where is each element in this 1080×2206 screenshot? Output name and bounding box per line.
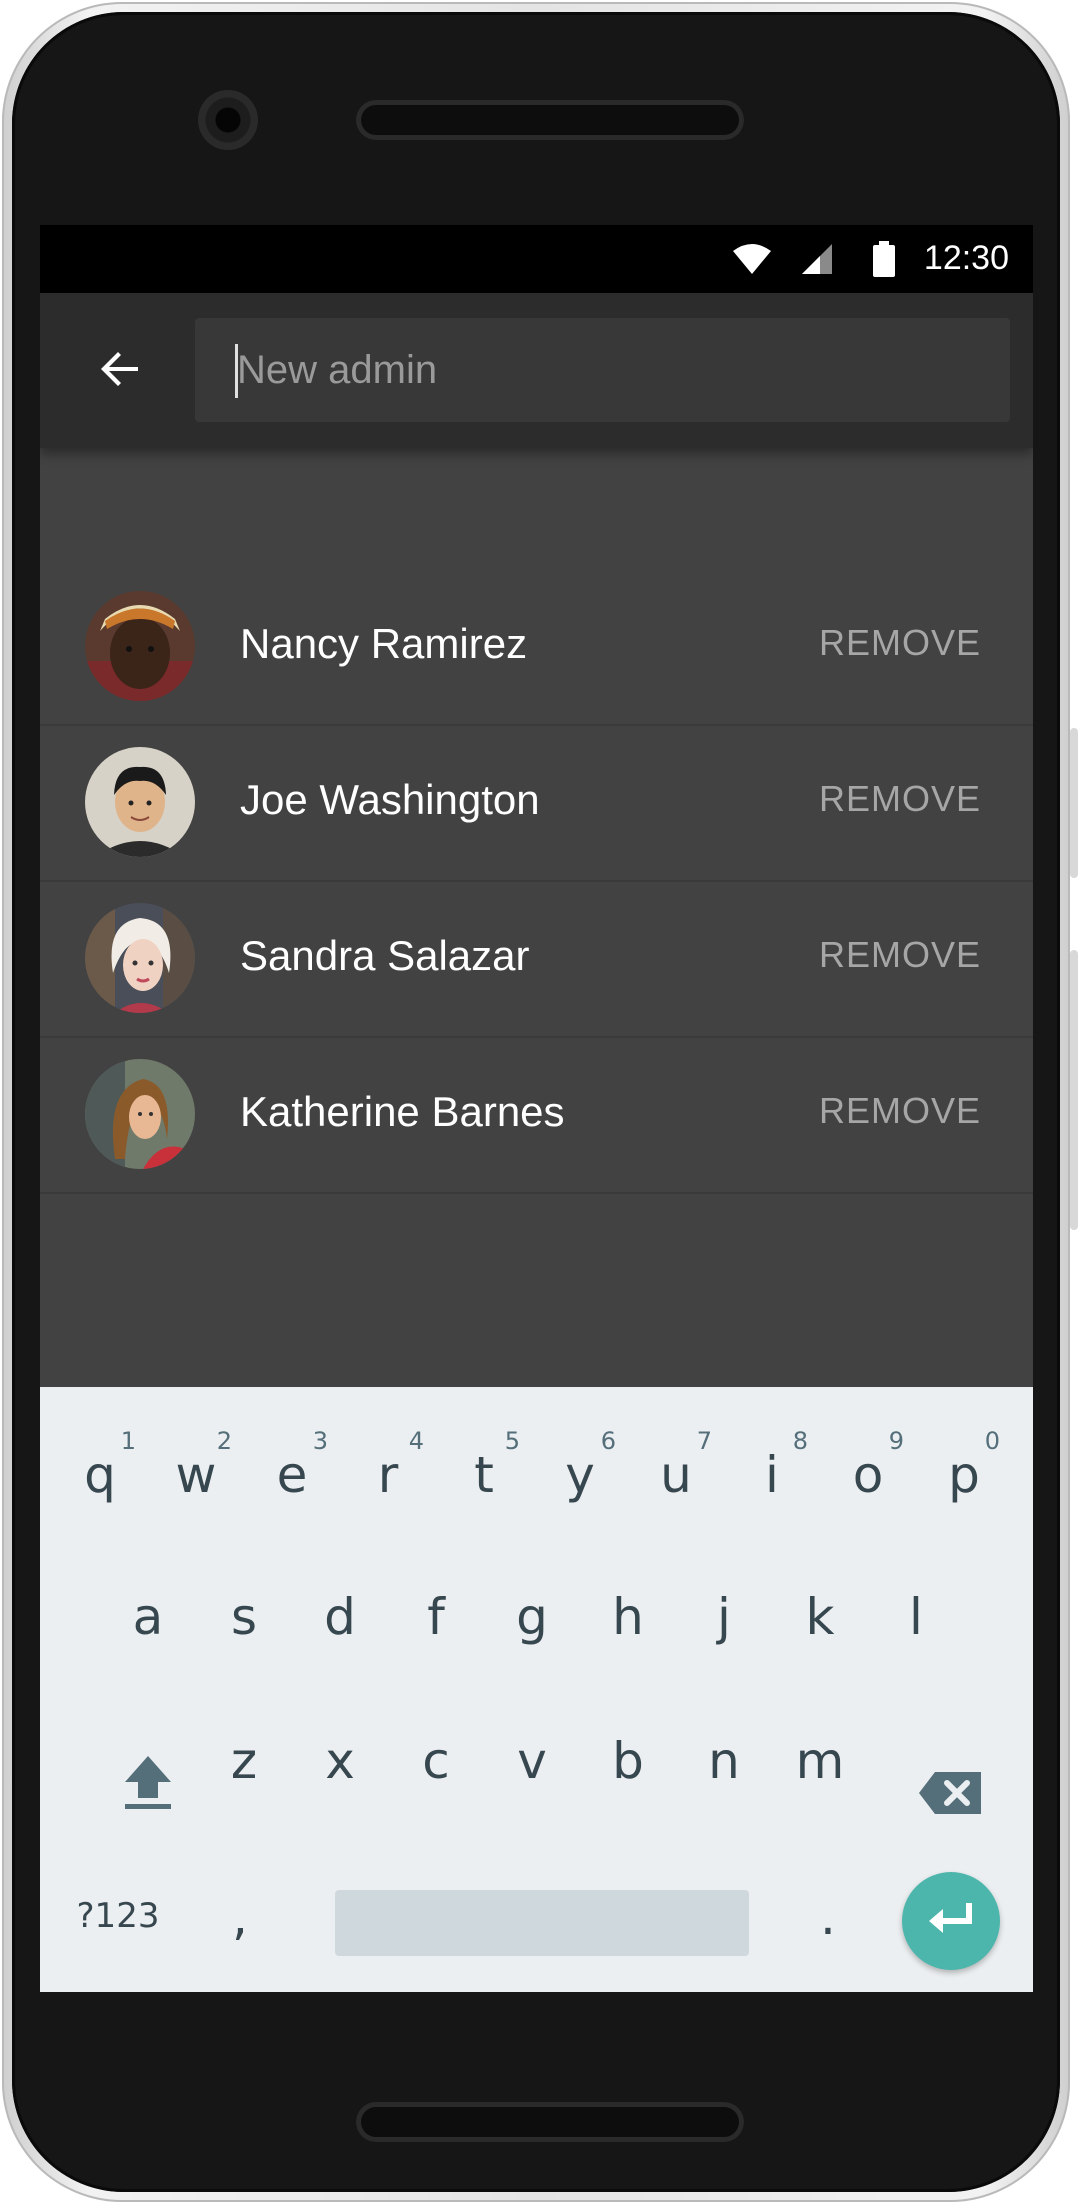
remove-button[interactable]: REMOVE — [819, 1090, 981, 1132]
key-hint: 7 — [696, 1427, 712, 1455]
arrow-back-icon — [96, 345, 144, 398]
key-c[interactable]: c — [388, 1701, 484, 1821]
key-r[interactable]: r4 — [340, 1415, 436, 1535]
shift-icon — [123, 1733, 173, 1853]
front-camera — [198, 90, 258, 150]
key-j[interactable]: j — [676, 1557, 772, 1677]
key-i[interactable]: i8 — [724, 1415, 820, 1535]
key-u[interactable]: u7 — [628, 1415, 724, 1535]
key-n[interactable]: n — [676, 1701, 772, 1821]
admin-name: Nancy Ramirez — [240, 620, 528, 667]
key-s[interactable]: s — [196, 1557, 292, 1677]
screen: 12:30 New admin Nancy Ramirez REMOVE Joe… — [40, 225, 1033, 1992]
status-time: 12:30 — [923, 239, 1009, 277]
backspace-key[interactable] — [890, 1701, 1010, 1821]
admin-name: Joe Washington — [240, 776, 540, 823]
shift-key[interactable] — [88, 1701, 208, 1821]
backspace-icon — [917, 1739, 983, 1859]
key-hint: 3 — [312, 1427, 328, 1455]
new-admin-input[interactable] — [195, 318, 1010, 422]
power-button — [1070, 728, 1078, 878]
key-hint: 2 — [216, 1427, 232, 1455]
key-w[interactable]: w2 — [148, 1415, 244, 1535]
comma-key[interactable]: , — [190, 1857, 290, 1977]
bottom-speaker — [356, 2102, 744, 2142]
admin-list: Nancy Ramirez REMOVE Joe Washington REMO… — [40, 570, 1033, 1194]
keyboard: q1 w2 e3 r4 t5 y6 u7 i8 o9 p0 a s d f g … — [40, 1387, 1033, 1992]
avatar — [85, 591, 195, 701]
symbols-key[interactable]: ?123 — [48, 1861, 188, 1971]
app-bar — [40, 293, 1033, 448]
key-hint: 0 — [984, 1427, 1000, 1455]
key-f[interactable]: f — [388, 1557, 484, 1677]
key-hint: 4 — [408, 1427, 424, 1455]
search-field[interactable] — [195, 318, 1010, 422]
enter-key[interactable] — [902, 1872, 1000, 1970]
key-l[interactable]: l — [868, 1557, 964, 1677]
enter-icon — [925, 1899, 977, 1944]
key-a[interactable]: a — [100, 1557, 196, 1677]
list-item: Joe Washington REMOVE — [40, 726, 1033, 882]
admin-name: Katherine Barnes — [240, 1088, 565, 1135]
key-d[interactable]: d — [292, 1557, 388, 1677]
key-g[interactable]: g — [484, 1557, 580, 1677]
volume-button — [1070, 950, 1078, 1230]
key-q[interactable]: q1 — [52, 1415, 148, 1535]
key-hint: 5 — [504, 1427, 520, 1455]
key-p[interactable]: p0 — [916, 1415, 1012, 1535]
key-k[interactable]: k — [772, 1557, 868, 1677]
remove-button[interactable]: REMOVE — [819, 934, 981, 976]
key-h[interactable]: h — [580, 1557, 676, 1677]
key-t[interactable]: t5 — [436, 1415, 532, 1535]
admin-name: Sandra Salazar — [240, 932, 530, 979]
list-item: Katherine Barnes REMOVE — [40, 1038, 1033, 1194]
key-hint: 9 — [888, 1427, 904, 1455]
key-v[interactable]: v — [484, 1701, 580, 1821]
avatar — [85, 747, 195, 857]
cell-signal-icon — [800, 243, 834, 280]
remove-button[interactable]: REMOVE — [819, 622, 981, 664]
key-m[interactable]: m — [772, 1701, 868, 1821]
key-e[interactable]: e3 — [244, 1415, 340, 1535]
text-cursor — [235, 344, 238, 398]
wifi-icon — [732, 243, 772, 280]
battery-icon — [872, 241, 896, 282]
key-hint: 8 — [792, 1427, 808, 1455]
key-o[interactable]: o9 — [820, 1415, 916, 1535]
key-b[interactable]: b — [580, 1701, 676, 1821]
period-key[interactable]: . — [778, 1857, 878, 1977]
key-hint: 6 — [600, 1427, 616, 1455]
list-item: Sandra Salazar REMOVE — [40, 882, 1033, 1038]
space-key[interactable] — [335, 1890, 749, 1956]
avatar — [85, 903, 195, 1013]
key-z[interactable]: z — [196, 1701, 292, 1821]
top-speaker — [356, 100, 744, 140]
back-button[interactable] — [84, 335, 156, 407]
remove-button[interactable]: REMOVE — [819, 778, 981, 820]
list-item: Nancy Ramirez REMOVE — [40, 570, 1033, 726]
key-x[interactable]: x — [292, 1701, 388, 1821]
avatar — [85, 1059, 195, 1169]
key-hint: 1 — [120, 1427, 136, 1455]
status-bar: 12:30 — [40, 225, 1033, 293]
key-y[interactable]: y6 — [532, 1415, 628, 1535]
